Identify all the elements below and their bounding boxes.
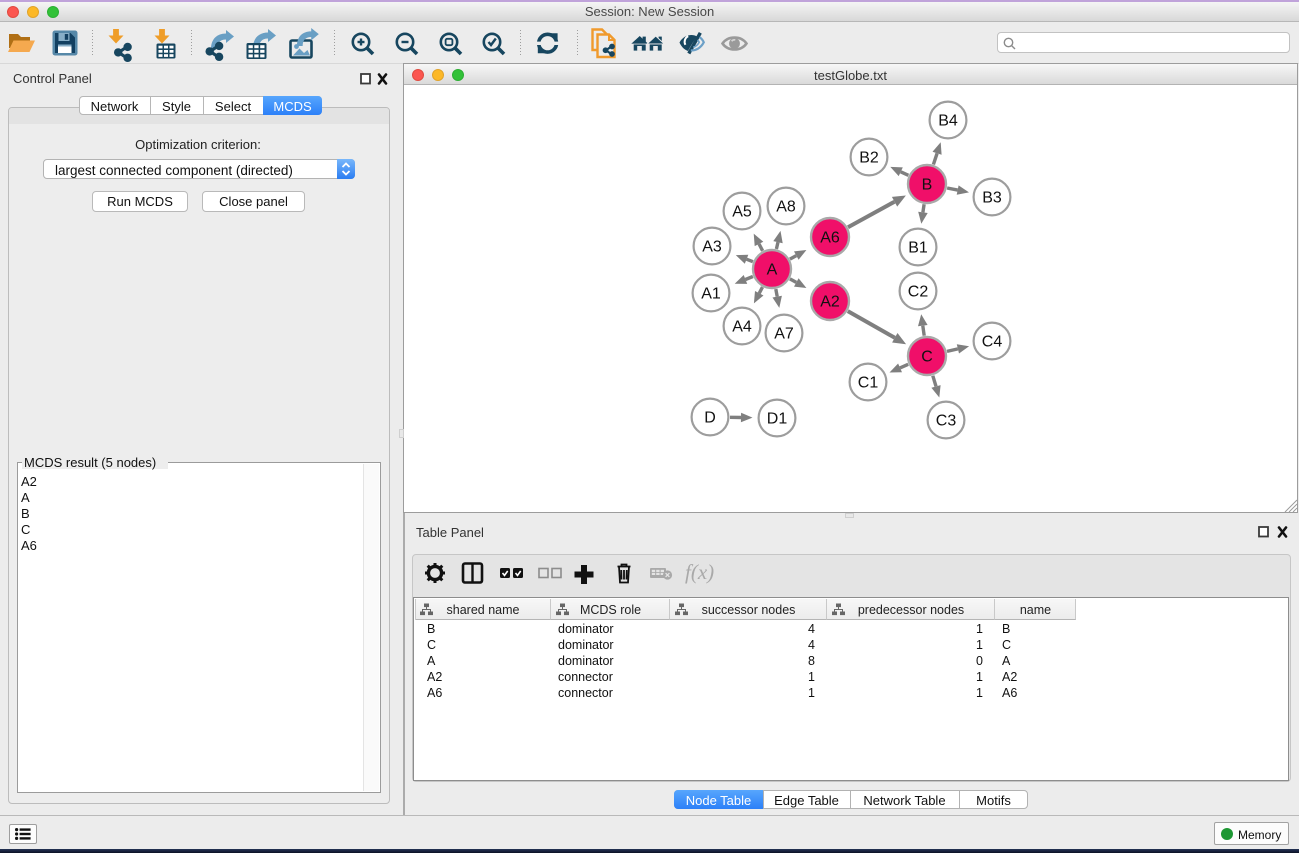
svg-text:D1: D1	[767, 411, 788, 428]
svg-text:A2: A2	[820, 294, 840, 311]
svg-text:B2: B2	[859, 150, 879, 167]
svg-text:A5: A5	[732, 204, 752, 221]
svg-text:B4: B4	[938, 113, 958, 130]
svg-text:A6: A6	[820, 230, 840, 247]
svg-text:B: B	[922, 177, 933, 194]
svg-text:A: A	[767, 262, 778, 279]
svg-text:C: C	[921, 349, 933, 366]
svg-text:C1: C1	[858, 375, 879, 392]
svg-text:B1: B1	[908, 240, 928, 257]
svg-text:D: D	[704, 410, 716, 427]
svg-text:A8: A8	[776, 199, 796, 216]
svg-text:C4: C4	[982, 334, 1003, 351]
svg-text:B3: B3	[982, 190, 1002, 207]
svg-text:A3: A3	[702, 239, 722, 256]
svg-text:A4: A4	[732, 319, 752, 336]
svg-text:A7: A7	[774, 326, 794, 343]
svg-text:A1: A1	[701, 286, 721, 303]
svg-text:C2: C2	[908, 284, 929, 301]
svg-text:C3: C3	[936, 413, 957, 430]
